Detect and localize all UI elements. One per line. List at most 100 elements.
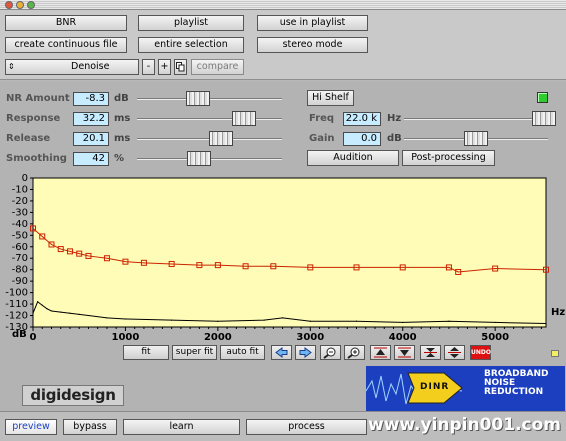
noise-floor-point <box>69 312 71 314</box>
raise-curve-button[interactable] <box>370 345 391 360</box>
noise-floor-point <box>32 312 34 314</box>
noise-floor-point <box>355 320 358 322</box>
copy-icon <box>176 62 185 72</box>
scroll-right-button[interactable] <box>295 345 316 360</box>
nr-amount-unit: dB <box>114 93 129 104</box>
plugin-header: BNR playlist use in playlist create cont… <box>0 10 566 80</box>
smoothing-field[interactable]: 42 <box>73 152 109 166</box>
gain-field[interactable]: 0.0 <box>343 132 381 146</box>
noise-spectrum-chart[interactable]: 0-10-20-30-40-50-60-70-80-90-100-110-120… <box>0 170 566 360</box>
bnr-button[interactable]: BNR <box>5 15 127 31</box>
copy-settings-button[interactable] <box>174 59 187 75</box>
noise-floor-point <box>263 319 265 321</box>
freq-label: Freq <box>309 113 335 124</box>
y-tick-label: -110 <box>5 299 28 310</box>
entire-selection-button[interactable]: entire selection <box>138 37 244 53</box>
undo-button[interactable]: UNDO <box>470 345 491 360</box>
y-axis-label: dB <box>12 329 27 340</box>
noise-floor-point <box>402 321 404 324</box>
zoom-in-button[interactable] <box>344 345 365 360</box>
preset-name: Denoise <box>71 61 110 72</box>
gain-unit: dB <box>387 133 402 144</box>
curve-up-icon <box>374 347 387 358</box>
response-slider-track[interactable] <box>137 118 282 120</box>
compress-curve-icon <box>424 348 437 357</box>
status-led <box>537 92 548 103</box>
gain-label: Gain <box>309 133 335 144</box>
response-label: Response <box>6 113 61 124</box>
expand-curve-icon <box>448 347 461 358</box>
audition-button[interactable]: Audition <box>307 150 399 166</box>
nr-amount-label: NR Amount <box>6 93 70 104</box>
use-in-playlist-button[interactable]: use in playlist <box>257 15 368 31</box>
noise-floor-point <box>46 308 48 310</box>
super-fit-button[interactable]: super fit <box>172 345 217 360</box>
hi-shelf-button[interactable]: Hi Shelf <box>307 90 354 106</box>
y-tick-label: -70 <box>12 253 28 264</box>
flatten-curve-button[interactable] <box>420 345 441 360</box>
fit-button[interactable]: fit <box>123 345 169 360</box>
expand-curve-button[interactable] <box>444 345 465 360</box>
y-tick-label: -80 <box>12 265 28 276</box>
noise-floor-point <box>545 322 547 325</box>
response-unit: ms <box>114 113 131 124</box>
post-processing-button[interactable]: Post-processing <box>402 150 495 166</box>
minimize-window-icon[interactable] <box>16 1 24 9</box>
x-tick-label: 4000 <box>389 332 417 343</box>
plot-area <box>32 177 547 328</box>
playlist-button[interactable]: playlist <box>138 15 244 31</box>
gain-slider-handle[interactable] <box>464 131 488 146</box>
y-tick-label: -20 <box>12 196 28 207</box>
window-title-bar[interactable] <box>0 0 566 10</box>
preset-prev-button[interactable]: - <box>142 59 155 75</box>
noise-floor-point <box>37 301 39 303</box>
release-field[interactable]: 20.1 <box>73 132 109 146</box>
preview-button[interactable]: preview <box>5 419 57 435</box>
noise-floor-point <box>309 320 311 322</box>
y-tick-label: -30 <box>12 207 28 218</box>
noise-floor-point <box>448 320 450 322</box>
smoothing-unit: % <box>114 153 125 164</box>
bypass-button[interactable]: bypass <box>63 419 117 435</box>
smoothing-label: Smoothing <box>6 153 67 164</box>
learn-button[interactable]: learn <box>123 419 240 435</box>
noise-floor-point <box>494 321 496 324</box>
stereo-mode-button[interactable]: stereo mode <box>257 37 368 53</box>
nr-amount-field[interactable]: -8.3 <box>73 92 109 106</box>
process-button[interactable]: process <box>246 419 367 435</box>
zoom-window-icon[interactable] <box>27 1 35 9</box>
smoothing-slider-handle[interactable] <box>187 151 212 166</box>
noise-floor-point <box>41 304 43 306</box>
curve-down-icon <box>398 347 411 358</box>
x-axis-label: Hz <box>551 307 565 318</box>
lower-curve-button[interactable] <box>394 345 415 360</box>
x-tick-label: 3000 <box>296 332 324 343</box>
close-window-icon[interactable] <box>5 1 13 9</box>
noise-floor-point <box>217 320 219 322</box>
freq-field[interactable]: 22.0 k <box>343 112 381 126</box>
preset-selector[interactable]: ⇕ Denoise <box>5 59 139 75</box>
response-slider-handle[interactable] <box>232 111 257 126</box>
x-tick-label: 5000 <box>481 332 509 343</box>
zoom-out-icon <box>323 347 336 359</box>
x-tick-label: 2000 <box>204 332 232 343</box>
response-field[interactable]: 32.2 <box>73 112 109 126</box>
release-slider-handle[interactable] <box>209 131 234 146</box>
y-tick-label: -90 <box>12 276 28 287</box>
nr-amount-slider-handle[interactable] <box>185 91 210 106</box>
noise-floor-point <box>281 317 284 319</box>
y-tick-label: -60 <box>12 242 28 253</box>
y-tick-label: -10 <box>12 184 28 195</box>
create-continuous-file-button[interactable]: create continuous file <box>5 37 127 53</box>
noise-floor-point <box>50 310 53 312</box>
auto-fit-button[interactable]: auto fit <box>220 345 265 360</box>
preset-next-button[interactable]: + <box>158 59 171 75</box>
release-label: Release <box>6 133 51 144</box>
zoom-out-button[interactable] <box>320 345 341 360</box>
freq-slider-track[interactable] <box>404 118 548 120</box>
arrow-right-icon <box>299 347 312 358</box>
freq-slider-handle[interactable] <box>531 111 556 126</box>
y-tick-label: -50 <box>12 230 28 241</box>
scroll-left-button[interactable] <box>271 345 292 360</box>
compare-button[interactable]: compare <box>191 59 244 75</box>
